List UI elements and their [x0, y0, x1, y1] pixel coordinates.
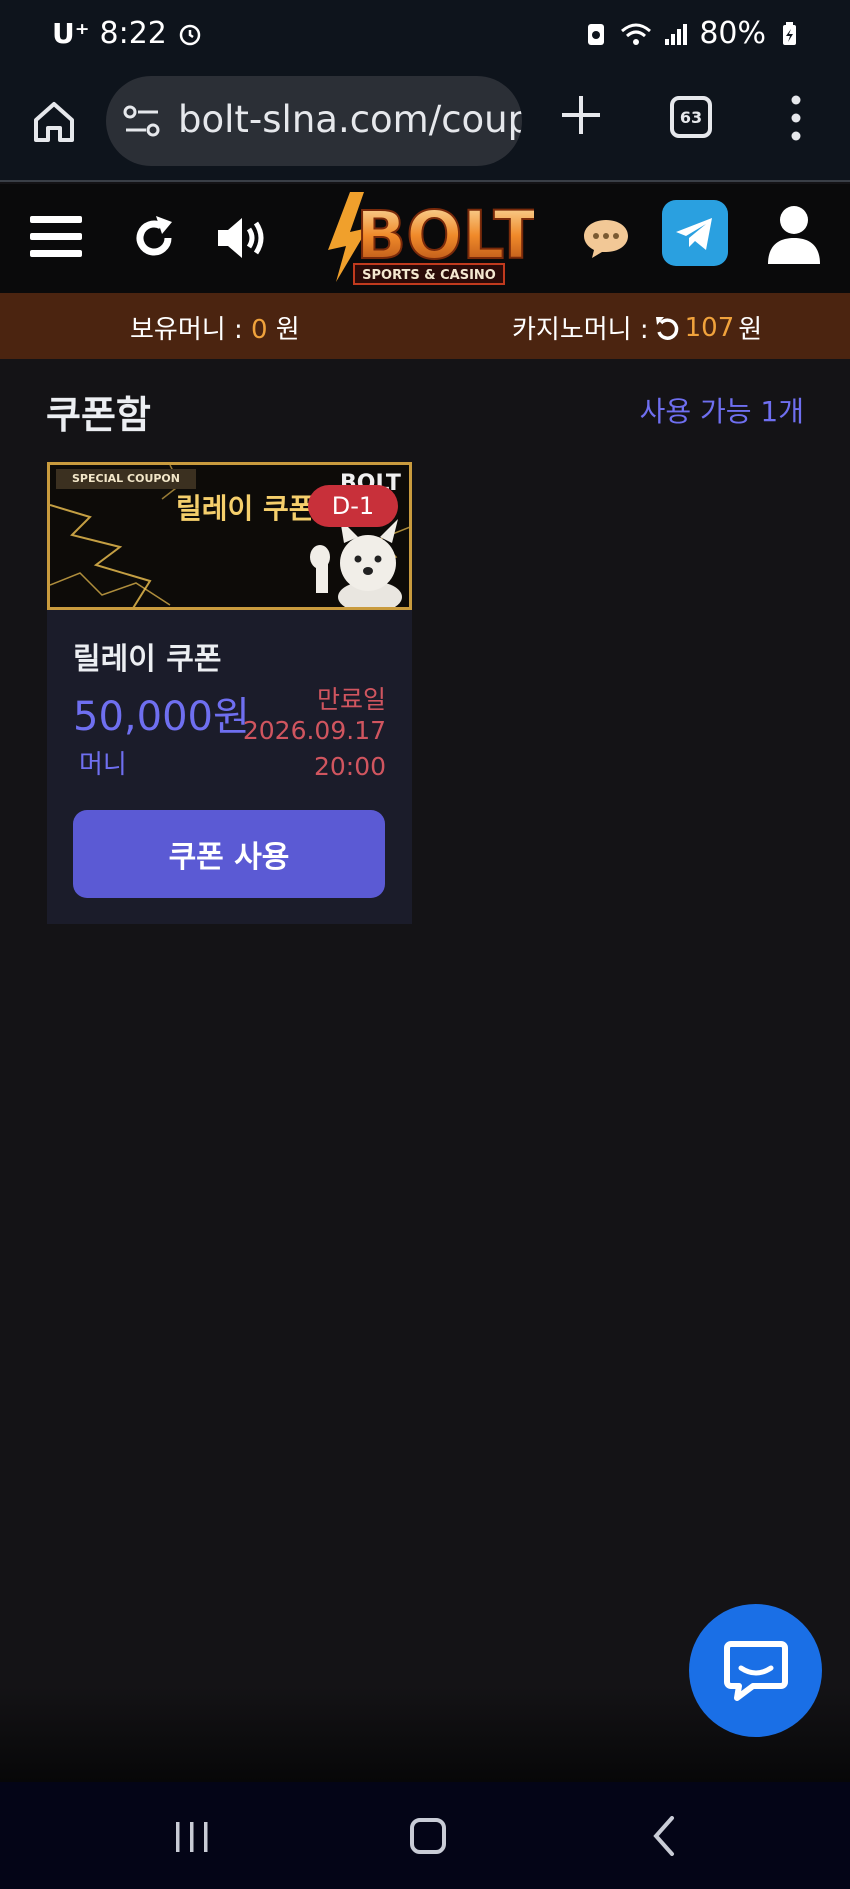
- expire-date: 2026.09.17: [242, 716, 386, 745]
- casino-unit: 원: [738, 315, 763, 345]
- money-balance: 보유머니 : 0 원: [130, 309, 300, 346]
- tab-switcher-button[interactable]: 63: [670, 96, 712, 138]
- bolt-logo[interactable]: BOLT SPORTS & CASINO: [320, 190, 540, 290]
- hamburger-menu-icon[interactable]: [30, 214, 82, 260]
- coupon-amount: 50,000원: [73, 694, 250, 740]
- recent-apps-icon[interactable]: [172, 1820, 212, 1854]
- carrier-label: U⁺: [52, 17, 90, 50]
- home-icon[interactable]: [28, 96, 80, 148]
- money-value: 0: [250, 315, 268, 345]
- back-icon[interactable]: [652, 1816, 676, 1856]
- page-title: 쿠폰함: [46, 393, 151, 437]
- special-coupon-tag: SPECIAL COUPON: [56, 469, 196, 489]
- casino-value: 107: [684, 312, 735, 343]
- status-bar: U⁺ 8:22 80%: [0, 0, 850, 70]
- speaker-icon[interactable]: [216, 214, 270, 262]
- alarm-icon: [179, 24, 201, 45]
- new-tab-icon[interactable]: [558, 92, 604, 138]
- coupon-unit: 머니: [79, 750, 127, 780]
- site-settings-icon[interactable]: [122, 103, 162, 139]
- telegram-icon[interactable]: [662, 200, 728, 266]
- battery-icon: [783, 21, 796, 45]
- coupon-banner: SPECIAL COUPON 릴레이 쿠폰 BOLT D-1: [47, 462, 412, 610]
- money-label: 보유머니 :: [130, 315, 243, 345]
- home-nav-icon[interactable]: [410, 1818, 446, 1854]
- coupon-name: 릴레이 쿠폰: [73, 642, 222, 677]
- casino-balance: 카지노머니 : 107 원: [512, 309, 762, 346]
- battery-saver-icon: [588, 23, 605, 45]
- coupon-card: SPECIAL COUPON 릴레이 쿠폰 BOLT D-1 릴레이 쿠폰 50…: [47, 462, 412, 924]
- balance-bar: 보유머니 : 0 원 카지노머니 : 107 원: [0, 293, 850, 359]
- casino-label: 카지노머니 :: [512, 315, 649, 345]
- battery-percent: 80%: [699, 16, 766, 51]
- available-count: 사용 가능 1개: [639, 395, 804, 428]
- chat-icon: [724, 1641, 788, 1701]
- chat-bubble-icon[interactable]: [582, 218, 630, 260]
- d-day-badge: D-1: [308, 485, 398, 527]
- user-profile-icon[interactable]: [766, 204, 822, 266]
- android-nav-bar: [0, 1782, 850, 1889]
- site-header: BOLT SPORTS & CASINO: [0, 184, 850, 293]
- wifi-icon: [621, 23, 652, 45]
- banner-title: 릴레이 쿠폰: [176, 492, 315, 525]
- money-unit: 원: [275, 315, 300, 345]
- more-options-icon[interactable]: [786, 94, 806, 142]
- svg-text:BOLT: BOLT: [356, 197, 534, 274]
- address-bar[interactable]: bolt-slna.com/coup: [106, 76, 522, 166]
- use-coupon-button[interactable]: 쿠폰 사용: [73, 810, 385, 898]
- casino-refresh-icon[interactable]: [653, 314, 681, 342]
- expire-label: 만료일: [316, 685, 386, 714]
- svg-text:SPORTS & CASINO: SPORTS & CASINO: [362, 268, 496, 283]
- url-text[interactable]: bolt-slna.com/coup: [178, 98, 522, 141]
- clock: 8:22: [99, 16, 167, 51]
- dog-mascot-icon: [310, 519, 402, 607]
- expire-time: 20:00: [313, 752, 386, 781]
- refresh-icon[interactable]: [130, 214, 178, 262]
- live-chat-button[interactable]: [689, 1604, 822, 1737]
- signal-icon: [665, 23, 688, 45]
- browser-toolbar: bolt-slna.com/coup 63: [0, 70, 850, 182]
